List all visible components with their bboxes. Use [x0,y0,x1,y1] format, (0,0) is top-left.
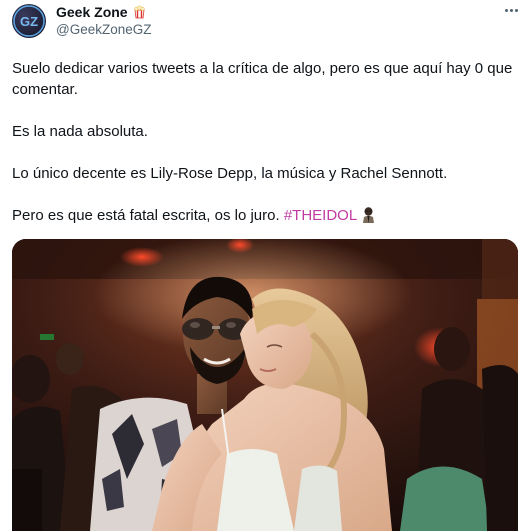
author-handle[interactable]: @GeekZoneGZ [56,22,152,38]
tweet-paragraph-3: Lo único decente es Lily-Rose Depp, la m… [12,165,448,182]
avatar[interactable]: GZ [12,4,46,38]
more-dot [504,8,508,12]
more-dot [514,8,518,12]
hashtag-link[interactable]: #THEIDOL [284,207,357,224]
avatar-logo-text: GZ [20,14,38,29]
tweet-paragraph-1: Suelo dedicar varios tweets a la crítica… [12,60,513,98]
tweet-paragraph-4: Pero es que está fatal escrita, os lo ju… [12,205,522,226]
tweet-photo[interactable] [12,239,518,531]
the-idol-character-emoji [360,206,377,223]
display-name[interactable]: Geek Zone [56,4,128,20]
more-dot [509,8,513,12]
author-name-row: Geek Zone [56,4,146,20]
popcorn-icon [133,5,146,19]
tweet-card: GZ Geek Zone @GeekZoneGZ Suelo dedicar v… [0,0,531,531]
tweet-text: Suelo dedicar varios tweets a la crítica… [12,58,522,226]
more-options-icon[interactable] [500,2,522,18]
tweet-paragraph-4-text: Pero es que está fatal escrita, os lo ju… [12,207,280,224]
party-photo-image [12,239,518,531]
tweet-paragraph-2: Es la nada absoluta. [12,123,148,140]
